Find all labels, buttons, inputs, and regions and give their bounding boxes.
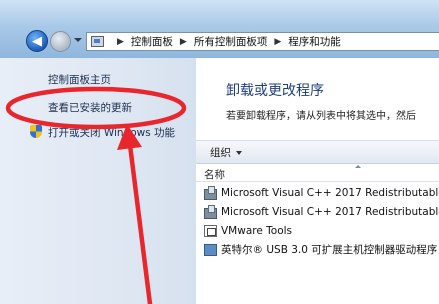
column-header-label: 名称 — [204, 169, 225, 181]
sidebar-item-windows-features[interactable]: 打开或关闭 Windows 功能 — [48, 125, 175, 140]
toolbar: 组织 — [196, 140, 439, 164]
sort-ascending-icon — [355, 165, 361, 168]
breadcrumb-separator: ▶ — [179, 36, 187, 47]
chevron-down-icon[interactable] — [236, 151, 242, 155]
program-name: Microsoft Visual C++ 2017 Redistributabl… — [221, 186, 439, 199]
forward-arrow-icon[interactable] — [50, 31, 71, 52]
breadcrumb-programs[interactable]: 程序和功能 — [288, 34, 341, 49]
list-item[interactable]: VMware Tools — [204, 222, 292, 239]
sidebar-item-control-panel-home[interactable]: 控制面板主页 — [48, 72, 111, 87]
program-name: Microsoft Visual C++ 2017 Redistributabl… — [221, 205, 439, 218]
column-header-name[interactable]: 名称 — [196, 164, 439, 182]
organize-button[interactable]: 组织 — [210, 145, 231, 160]
page-title: 卸载或更改程序 — [226, 83, 324, 99]
vmware-icon — [204, 224, 217, 237]
breadcrumb-control-panel[interactable]: 控制面板 — [131, 34, 173, 49]
breadcrumb-separator: ▶ — [274, 36, 282, 47]
usb-driver-icon — [204, 243, 217, 256]
breadcrumb-all-items[interactable]: 所有控制面板项 — [194, 34, 268, 49]
program-name: 英特尔® USB 3.0 可扩展主机控制器驱动程序 — [221, 244, 438, 256]
back-arrow-icon[interactable]: ◀ — [26, 30, 48, 52]
window-chrome: ◀ ▶ 控制面板 ▶ 所有控制面板项 ▶ 程序和功能 — [0, 0, 439, 58]
installer-icon — [204, 186, 217, 200]
main-panel: 卸载或更改程序 若要卸载程序，请从列表中将其选中，然后 组织 名称 Micros… — [196, 58, 439, 304]
windows-shield-icon — [30, 125, 42, 138]
sidebar-item-view-installed-updates[interactable]: 查看已安装的更新 — [48, 100, 132, 115]
sidebar: 控制面板主页 查看已安装的更新 打开或关闭 Windows 功能 — [0, 58, 196, 304]
list-item[interactable]: 英特尔® USB 3.0 可扩展主机控制器驱动程序 — [204, 241, 437, 258]
page-description: 若要卸载程序，请从列表中将其选中，然后 — [226, 111, 416, 122]
list-item[interactable]: Microsoft Visual C++ 2017 Redistributabl… — [204, 203, 439, 220]
list-item[interactable]: Microsoft Visual C++ 2017 Redistributabl… — [204, 184, 439, 201]
breadcrumb-separator: ▶ — [117, 36, 124, 47]
control-panel-icon — [91, 36, 104, 47]
program-name: VMware Tools — [221, 224, 293, 237]
recent-pages-dropdown-icon[interactable] — [74, 38, 82, 42]
address-bar[interactable]: ▶ 控制面板 ▶ 所有控制面板项 ▶ 程序和功能 — [86, 32, 439, 51]
installer-icon — [204, 205, 217, 219]
